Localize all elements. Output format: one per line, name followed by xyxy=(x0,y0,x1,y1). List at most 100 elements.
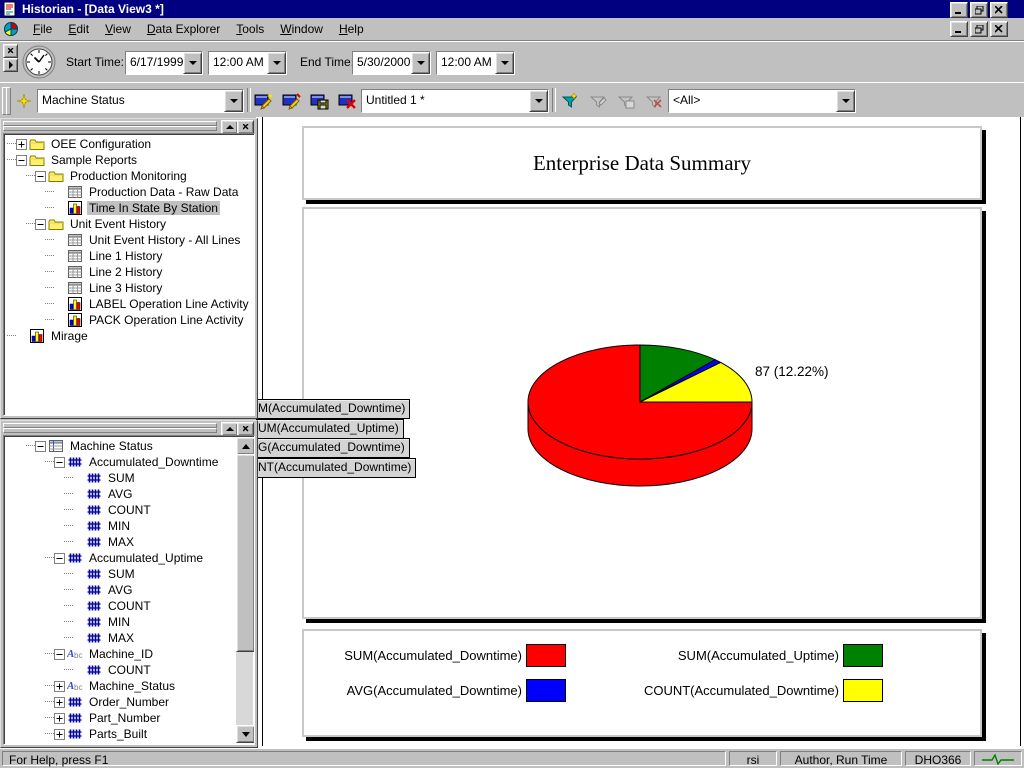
tree-item[interactable]: Parts_Built xyxy=(4,726,254,742)
dataset-dropdown-icon[interactable] xyxy=(224,90,243,112)
field-tag[interactable]: NT(Accumulated_Downtime) xyxy=(256,458,416,478)
new-filter-button[interactable] xyxy=(559,90,581,112)
menu-item-view[interactable]: View xyxy=(97,19,139,39)
tree-item[interactable]: Production Data - Raw Data xyxy=(4,184,254,200)
minimize-button[interactable] xyxy=(950,2,968,18)
menu-item-tools[interactable]: Tools xyxy=(228,19,272,39)
tree-item[interactable]: LABEL Operation Line Activity xyxy=(4,296,254,312)
menu-item-help[interactable]: Help xyxy=(331,19,372,39)
field-tree-panel-header[interactable] xyxy=(1,421,257,435)
new-query-button[interactable] xyxy=(13,90,35,112)
delete-view-button[interactable] xyxy=(337,90,359,112)
child-close-button[interactable] xyxy=(990,21,1008,37)
tree-item[interactable]: AbcMachine_ID xyxy=(4,646,254,662)
expand-icon[interactable] xyxy=(54,697,65,708)
collapse-icon[interactable] xyxy=(54,553,65,564)
start-date-combo[interactable]: 6/17/1999 xyxy=(125,51,203,75)
tree-item[interactable]: COUNT xyxy=(4,502,254,518)
collapse-icon[interactable] xyxy=(54,649,65,660)
panel-collapse-button[interactable] xyxy=(221,120,238,134)
end-date-combo[interactable]: 5/30/2000 xyxy=(352,51,431,75)
field-tag[interactable]: G(Accumulated_Downtime) xyxy=(256,438,410,458)
menu-item-file[interactable]: File xyxy=(25,19,60,39)
filter-dropdown-icon[interactable] xyxy=(836,90,855,112)
new-view-button[interactable] xyxy=(253,90,275,112)
tree-item-label: MIN xyxy=(106,519,132,533)
filter-combo[interactable]: <All> xyxy=(668,89,856,113)
tree-item[interactable]: Machine Status xyxy=(4,438,254,454)
delete-filter-button[interactable] xyxy=(643,90,665,112)
collapse-icon[interactable] xyxy=(16,155,27,166)
collapse-icon[interactable] xyxy=(54,457,65,468)
child-minimize-button[interactable] xyxy=(950,21,968,37)
start-date-dropdown-icon[interactable] xyxy=(183,52,202,74)
expand-icon[interactable] xyxy=(54,713,65,724)
tree-item[interactable]: PACK Operation Line Activity xyxy=(4,312,254,328)
tree-item[interactable]: AVG xyxy=(4,582,254,598)
tree-item[interactable]: MAX xyxy=(4,630,254,646)
tree-item[interactable]: OEE Configuration xyxy=(4,136,254,152)
tree-item[interactable]: AbcMachine_Status xyxy=(4,678,254,694)
tree-item[interactable]: Line 2 History xyxy=(4,264,254,280)
tree-item[interactable]: COUNT xyxy=(4,598,254,614)
view-name-combo[interactable]: Untitled 1 * xyxy=(361,89,549,113)
start-clock-dropdown-icon[interactable] xyxy=(267,52,286,74)
collapse-icon[interactable] xyxy=(35,219,46,230)
tree-item[interactable]: Sample Reports xyxy=(4,152,254,168)
start-clock-combo[interactable]: 12:00 AM xyxy=(208,51,287,75)
tree-item[interactable]: Unit Event History xyxy=(4,216,254,232)
scroll-thumb[interactable] xyxy=(236,454,255,652)
child-restore-button[interactable] xyxy=(970,21,988,37)
dataset-combo[interactable]: Machine Status xyxy=(37,89,244,113)
end-clock-combo[interactable]: 12:00 AM xyxy=(436,51,515,75)
tree-item[interactable]: Mirage xyxy=(4,328,254,344)
tree-item[interactable]: Time In State By Station xyxy=(4,200,254,216)
tree-item[interactable]: SUM xyxy=(4,470,254,486)
menu-item-edit[interactable]: Edit xyxy=(60,19,97,39)
panel-collapse-button[interactable] xyxy=(221,422,238,436)
tree-item[interactable]: Accumulated_Uptime xyxy=(4,550,254,566)
field-tag[interactable]: UM(Accumulated_Uptime) xyxy=(256,419,404,439)
report-tree-panel-header[interactable] xyxy=(1,119,257,133)
tree-item[interactable]: Production Monitoring xyxy=(4,168,254,184)
save-view-button[interactable] xyxy=(309,90,331,112)
tree-item-label: AVG xyxy=(106,487,134,501)
expand-icon[interactable] xyxy=(54,729,65,740)
modify-view-button[interactable] xyxy=(281,90,303,112)
tree-item[interactable]: SUM xyxy=(4,566,254,582)
collapse-icon[interactable] xyxy=(35,171,46,182)
end-clock-dropdown-icon[interactable] xyxy=(495,52,514,74)
close-button[interactable] xyxy=(990,2,1008,18)
field-tag[interactable]: M(Accumulated_Downtime) xyxy=(256,399,410,419)
expand-icon[interactable] xyxy=(16,139,27,150)
field-tree-scrollbar[interactable] xyxy=(236,437,253,743)
tree-item[interactable]: Accumulated_Downtime xyxy=(4,454,254,470)
panel-close-button[interactable] xyxy=(237,120,254,134)
tree-item[interactable]: Unit Event History - All Lines xyxy=(4,232,254,248)
restore-button[interactable] xyxy=(970,2,988,18)
scroll-down-button[interactable] xyxy=(236,725,255,743)
tree-item[interactable]: AVG xyxy=(4,486,254,502)
tree-item[interactable]: MAX xyxy=(4,534,254,550)
tree-item[interactable]: Part_Number xyxy=(4,710,254,726)
menu-item-window[interactable]: Window xyxy=(272,19,331,39)
tree-item[interactable]: MIN xyxy=(4,614,254,630)
edit-filter-button[interactable] xyxy=(587,90,609,112)
tree-item-label: LABEL Operation Line Activity xyxy=(87,297,251,311)
collapse-icon[interactable] xyxy=(35,441,46,452)
panel-close-button[interactable] xyxy=(237,422,254,436)
tree-item[interactable]: COUNT xyxy=(4,662,254,678)
tree-item[interactable]: MIN xyxy=(4,518,254,534)
tree-item[interactable]: Line 1 History xyxy=(4,248,254,264)
expand-icon[interactable] xyxy=(54,681,65,692)
tree-item[interactable]: Order_Number xyxy=(4,694,254,710)
end-date-dropdown-icon[interactable] xyxy=(411,52,430,74)
view-name-dropdown-icon[interactable] xyxy=(529,90,548,112)
toolbar-close-button[interactable] xyxy=(3,44,18,58)
title-bar[interactable]: Historian - [Data View3 *] xyxy=(0,0,1024,18)
save-filter-button[interactable] xyxy=(615,90,637,112)
menu-item-data-explorer[interactable]: Data Explorer xyxy=(139,19,228,39)
tree-item[interactable]: Line 3 History xyxy=(4,280,254,296)
scroll-up-button[interactable] xyxy=(236,437,255,455)
toolbar-expand-button[interactable] xyxy=(3,58,18,72)
